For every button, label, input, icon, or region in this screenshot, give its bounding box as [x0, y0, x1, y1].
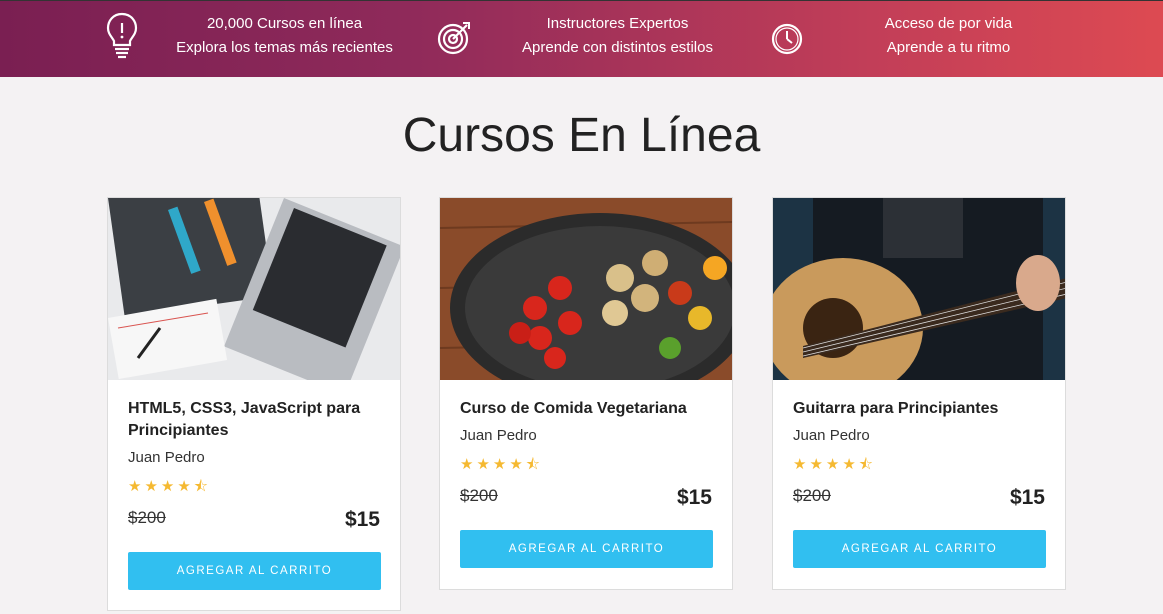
current-price: $15 [1009, 486, 1045, 509]
feature-line1: 20,000 Cursos en línea [206, 15, 363, 32]
current-price: $15 [676, 486, 712, 509]
add-to-cart-button[interactable]: AGREGAR AL CARRITO [128, 552, 381, 590]
price-row: $200 $15 [793, 486, 1045, 522]
price-row: $200 $15 [128, 508, 380, 544]
course-title[interactable]: Curso de Comida Vegetariana [460, 398, 712, 420]
course-card: Guitarra para Principiantes Juan Pedro ★… [772, 197, 1066, 590]
rating-stars: ★★★★⯪ [128, 478, 211, 495]
card-body: HTML5, CSS3, JavaScript para Principiant… [108, 380, 400, 590]
page-title: Cursos En Línea [402, 109, 761, 162]
add-to-cart-button[interactable]: AGREGAR AL CARRITO [460, 530, 713, 568]
features-banner: 20,000 Cursos en línea Explora los temas… [0, 0, 1163, 77]
feature-line1: Acceso de por vida [884, 15, 1013, 32]
guitar-player-image [773, 198, 1065, 380]
clock-icon [771, 23, 803, 55]
rating-stars: ★★★★⯪ [793, 456, 876, 473]
target-icon [437, 22, 470, 55]
card-body: Curso de Comida Vegetariana Juan Pedro ★… [440, 380, 732, 568]
feature-text: Instructores Expertos Aprende con distin… [505, 12, 730, 60]
course-author: Juan Pedro [128, 449, 205, 466]
course-author: Juan Pedro [460, 427, 537, 444]
feature-text: Acceso de por vida Aprende a tu ritmo [836, 12, 1061, 60]
price-row: $200 $15 [460, 486, 712, 522]
vegetable-pan-image [440, 198, 732, 380]
rating-stars: ★★★★⯪ [460, 456, 543, 473]
course-author: Juan Pedro [793, 427, 870, 444]
old-price: $200 [460, 486, 498, 505]
laptop-book-image [108, 198, 400, 380]
old-price: $200 [128, 508, 166, 527]
old-price: $200 [793, 486, 831, 505]
feature-line2: Aprende a tu ritmo [886, 39, 1011, 56]
course-card: HTML5, CSS3, JavaScript para Principiant… [107, 197, 401, 611]
course-card: Curso de Comida Vegetariana Juan Pedro ★… [439, 197, 733, 590]
feature-line1: Instructores Expertos [546, 15, 689, 32]
feature-line2: Explora los temas más recientes [176, 39, 393, 56]
add-to-cart-button[interactable]: AGREGAR AL CARRITO [793, 530, 1046, 568]
lightbulb-icon [106, 12, 138, 59]
current-price: $15 [344, 508, 380, 531]
course-title[interactable]: Guitarra para Principiantes [793, 398, 1045, 420]
feature-line2: Aprende con distintos estilos [522, 39, 713, 56]
feature-text: 20,000 Cursos en línea Explora los temas… [172, 12, 397, 60]
course-title[interactable]: HTML5, CSS3, JavaScript para Principiant… [128, 398, 380, 442]
card-body: Guitarra para Principiantes Juan Pedro ★… [773, 380, 1065, 568]
